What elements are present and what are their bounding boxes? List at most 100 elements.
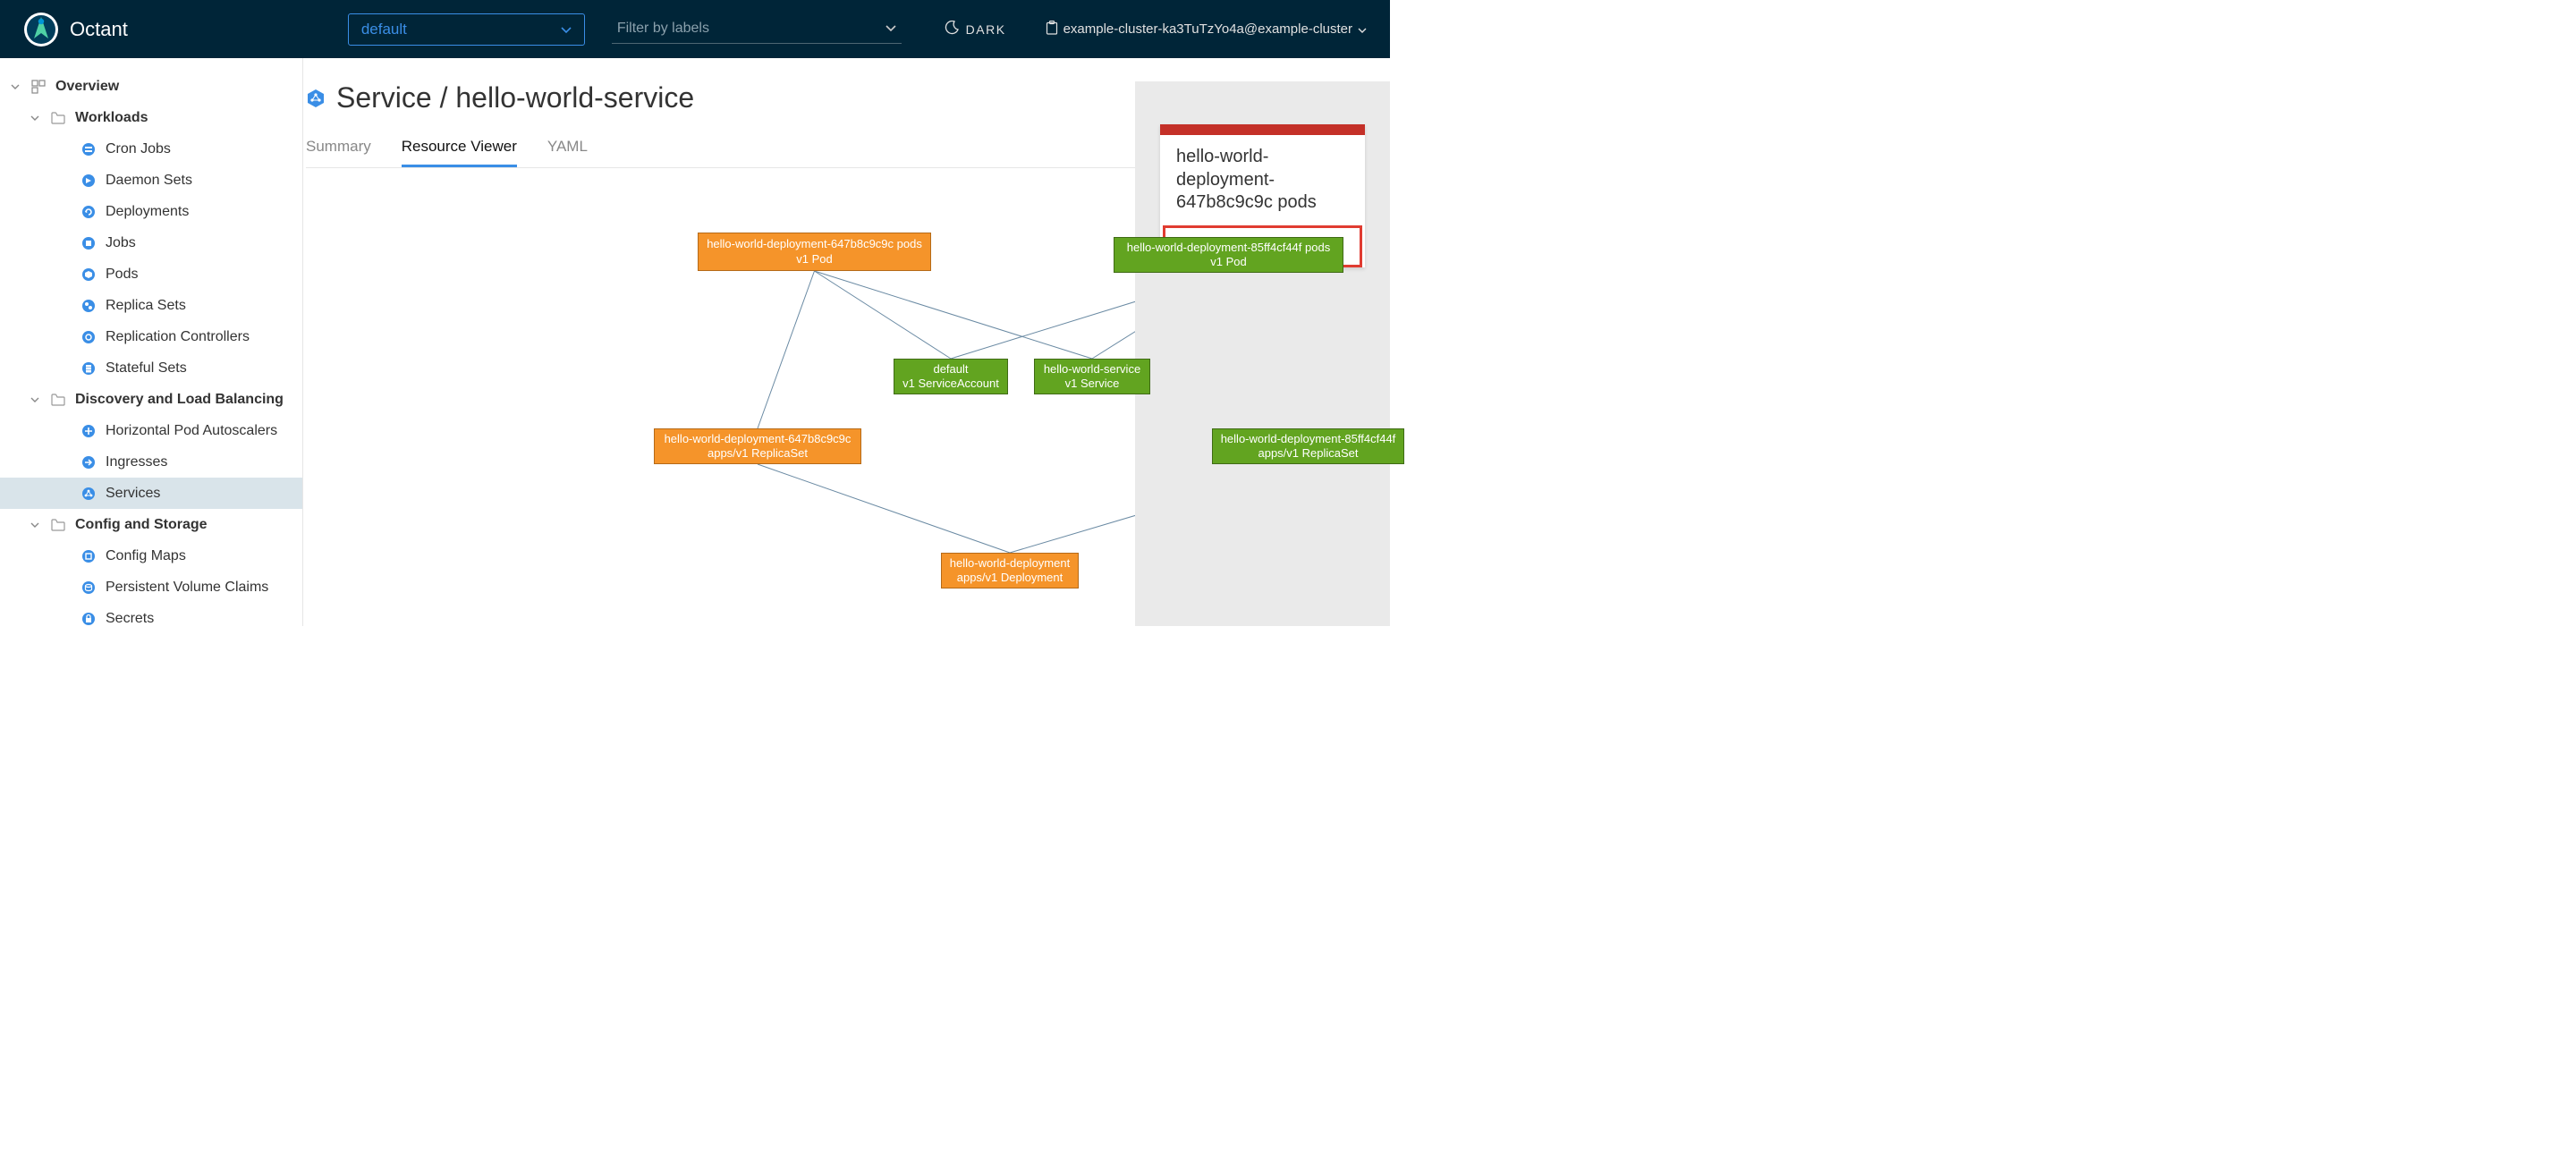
sidebar-item-stateful-sets[interactable]: Stateful Sets <box>0 352 302 384</box>
detail-panel: hello-world-deployment-647b8c9c9c pods <box>1135 81 1390 626</box>
cluster-selector[interactable]: example-cluster-ka3TuTzYo4a@example-clus… <box>1046 21 1367 38</box>
resource-icon <box>80 580 97 596</box>
graph-node[interactable]: hello-world-deployment-647b8c9c9c podsv1… <box>698 233 931 271</box>
graph-node-subtitle: v1 Pod <box>796 252 832 267</box>
graph-node-title: hello-world-service <box>1044 362 1140 377</box>
sidebar-item-ingresses[interactable]: Ingresses <box>0 446 302 478</box>
app-title: Octant <box>70 18 128 41</box>
sidebar-item-daemon-sets[interactable]: Daemon Sets <box>0 165 302 196</box>
detail-title: hello-world-deployment-647b8c9c9c pods <box>1160 135 1365 220</box>
sidebar-item-deployments[interactable]: Deployments <box>0 196 302 227</box>
sidebar-item-label: Config Maps <box>106 548 186 564</box>
graph-node-subtitle: v1 Pod <box>1210 255 1246 269</box>
main: Service / hello-world-service Summary Re… <box>303 58 1390 626</box>
sidebar-item-pvc[interactable]: Persistent Volume Claims <box>0 572 302 603</box>
sidebar-item-replication-controllers[interactable]: Replication Controllers <box>0 321 302 352</box>
graph-node[interactable]: hello-world-deployment-85ff4cf44f podsv1… <box>1114 237 1343 273</box>
resource-icon <box>80 329 97 345</box>
chevron-down-icon <box>30 113 41 123</box>
sidebar: Overview Workloads Cron Jobs Daemon Sets… <box>0 58 303 626</box>
tab-resource-viewer[interactable]: Resource Viewer <box>402 129 517 167</box>
graph-node-subtitle: apps/v1 ReplicaSet <box>708 446 808 461</box>
filter-placeholder: Filter by labels <box>617 21 709 37</box>
resource-icon <box>80 611 97 627</box>
page-title: Service / hello-world-service <box>336 81 694 114</box>
tab-summary[interactable]: Summary <box>306 129 371 167</box>
clipboard-icon <box>1046 21 1058 38</box>
graph-node-subtitle: v1 ServiceAccount <box>902 377 999 391</box>
graph-node[interactable]: hello-world-deployment-85ff4cf44fapps/v1… <box>1212 428 1404 464</box>
graph-node-title: hello-world-deployment-85ff4cf44f pods <box>1127 241 1330 255</box>
graph-node[interactable]: defaultv1 ServiceAccount <box>894 359 1008 394</box>
sidebar-item-label: Daemon Sets <box>106 173 192 189</box>
namespace-select[interactable]: default <box>348 13 585 46</box>
resource-icon <box>80 423 97 439</box>
resource-icon <box>80 235 97 251</box>
graph-node-subtitle: apps/v1 ReplicaSet <box>1258 446 1358 461</box>
sidebar-section-label: Discovery and Load Balancing <box>75 392 284 408</box>
sidebar-item-overview[interactable]: Overview <box>0 71 302 102</box>
resource-icon <box>80 548 97 564</box>
resource-icon <box>80 141 97 157</box>
folder-icon <box>50 517 66 533</box>
sidebar-item-label: Replication Controllers <box>106 329 250 345</box>
filter-by-labels-input[interactable]: Filter by labels <box>612 15 902 44</box>
sidebar-section-config[interactable]: Config and Storage <box>0 509 302 540</box>
graph-node-subtitle: v1 Service <box>1065 377 1120 391</box>
theme-label: DARK <box>966 22 1006 37</box>
sidebar-item-label: Services <box>106 486 160 502</box>
sidebar-section-label: Workloads <box>75 110 148 126</box>
theme-toggle[interactable]: DARK <box>945 21 1006 38</box>
tab-yaml[interactable]: YAML <box>547 129 588 167</box>
graph-node-title: default <box>933 362 968 377</box>
tabs: Summary Resource Viewer YAML <box>306 129 1135 168</box>
sidebar-item-label: Overview <box>55 79 119 95</box>
resource-icon <box>80 298 97 314</box>
sidebar-item-jobs[interactable]: Jobs <box>0 227 302 258</box>
sidebar-section-discovery[interactable]: Discovery and Load Balancing <box>0 384 302 415</box>
sidebar-item-pods[interactable]: Pods <box>0 258 302 290</box>
graph-node-subtitle: apps/v1 Deployment <box>957 571 1063 585</box>
service-icon <box>306 89 326 108</box>
sidebar-item-label: Horizontal Pod Autoscalers <box>106 423 277 439</box>
graph-node-title: hello-world-deployment <box>950 556 1070 571</box>
graph-node-title: hello-world-deployment-647b8c9c9c <box>665 432 852 446</box>
moon-icon <box>945 21 959 38</box>
resource-icon <box>80 486 97 502</box>
resource-graph[interactable]: hello-world-deployment-647b8c9c9c podsv1… <box>306 168 1135 633</box>
sidebar-item-label: Ingresses <box>106 454 167 470</box>
sidebar-item-services[interactable]: Services <box>0 478 302 509</box>
sidebar-item-replica-sets[interactable]: Replica Sets <box>0 290 302 321</box>
folder-icon <box>50 392 66 408</box>
sidebar-item-secrets[interactable]: Secrets <box>0 603 302 626</box>
chevron-down-icon <box>30 520 41 530</box>
sidebar-item-cron-jobs[interactable]: Cron Jobs <box>0 133 302 165</box>
sidebar-section-label: Config and Storage <box>75 517 208 533</box>
graph-node[interactable]: hello-world-deploymentapps/v1 Deployment <box>941 553 1079 588</box>
chevron-down-icon <box>886 21 896 37</box>
graph-node[interactable]: hello-world-servicev1 Service <box>1034 359 1150 394</box>
cluster-label: example-cluster-ka3TuTzYo4a@example-clus… <box>1063 21 1352 37</box>
sidebar-item-label: Cron Jobs <box>106 141 171 157</box>
sidebar-section-workloads[interactable]: Workloads <box>0 102 302 133</box>
resource-icon <box>80 360 97 377</box>
chevron-down-icon <box>30 394 41 405</box>
sidebar-item-label: Pods <box>106 267 138 283</box>
resource-icon <box>80 173 97 189</box>
graph-node-title: hello-world-deployment-647b8c9c9c pods <box>707 237 922 251</box>
chevron-down-icon <box>1358 23 1367 36</box>
resource-icon <box>80 204 97 220</box>
resource-icon <box>80 454 97 470</box>
overview-icon <box>30 79 47 95</box>
sidebar-item-label: Deployments <box>106 204 189 220</box>
sidebar-item-label: Replica Sets <box>106 298 186 314</box>
chevron-down-icon <box>11 81 21 92</box>
sidebar-item-label: Stateful Sets <box>106 360 187 377</box>
graph-node[interactable]: hello-world-deployment-647b8c9c9capps/v1… <box>654 428 861 464</box>
app-logo-icon <box>23 12 59 47</box>
resource-icon <box>80 267 97 283</box>
sidebar-item-hpa[interactable]: Horizontal Pod Autoscalers <box>0 415 302 446</box>
sidebar-item-config-maps[interactable]: Config Maps <box>0 540 302 572</box>
graph-node-title: hello-world-deployment-85ff4cf44f <box>1221 432 1396 446</box>
chevron-down-icon <box>561 21 572 38</box>
